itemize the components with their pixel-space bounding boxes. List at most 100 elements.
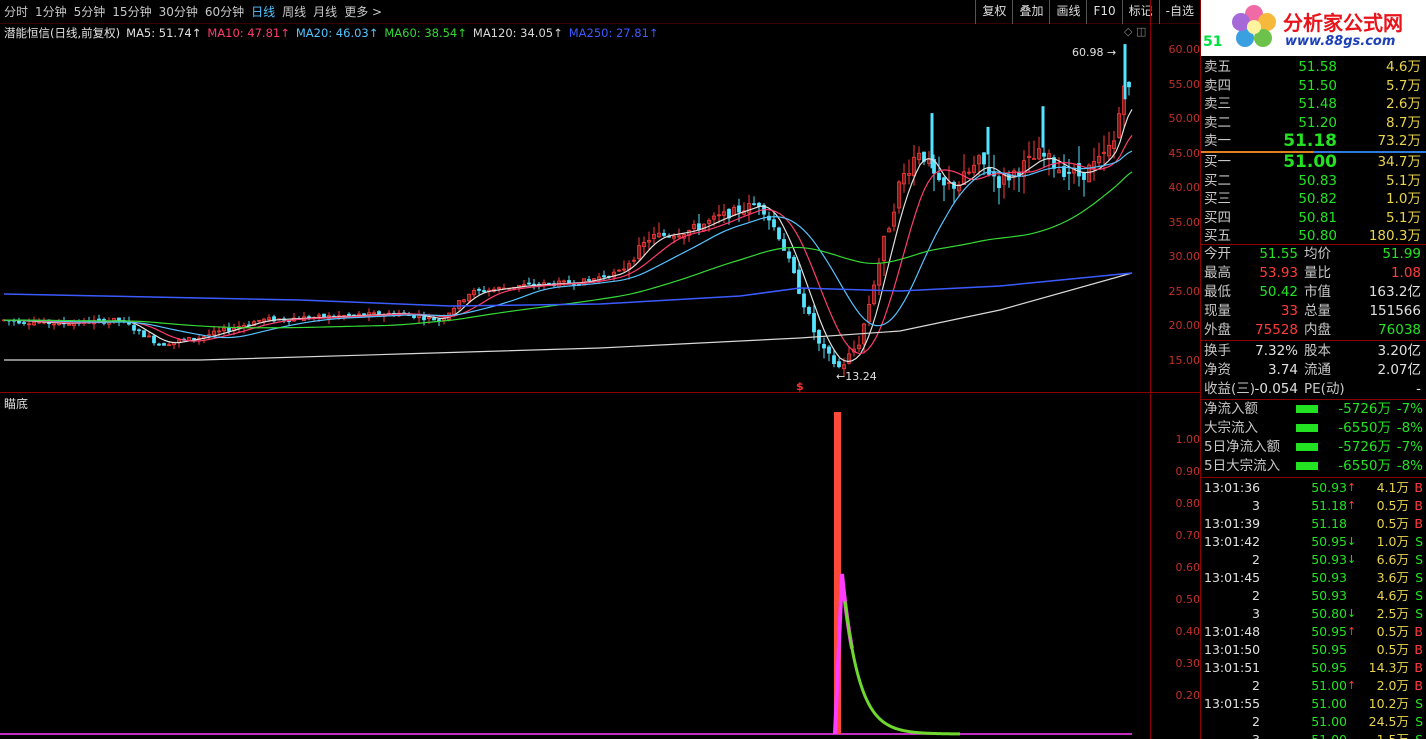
- bid-row[interactable]: 买二 50.83 5.1万: [1201, 172, 1426, 191]
- price-axis-label: 60.00: [1168, 43, 1201, 56]
- bid-row[interactable]: 买一 51.00 34.7万: [1201, 153, 1426, 172]
- logo-url[interactable]: www.88gs.com: [1285, 34, 1395, 49]
- bid-price: 51.00: [1283, 152, 1337, 172]
- tick-price: 51.18: [1311, 516, 1347, 531]
- tick-row: 3 51.18 ↑ 0.5万 B: [1201, 497, 1426, 515]
- divider: [1201, 340, 1426, 341]
- flow-percent: -8%: [1396, 420, 1423, 436]
- indicator-chart[interactable]: [0, 395, 1150, 739]
- ask-row[interactable]: 卖五 51.58 4.6万: [1201, 58, 1426, 77]
- tick-volume: 0.5万: [1376, 624, 1409, 639]
- stat-value: 50.42: [1259, 283, 1298, 300]
- tick-row: 13:01:45 50.93 3.6万 S: [1201, 569, 1426, 587]
- tick-volume: 0.5万: [1376, 498, 1409, 513]
- stat-label: PE(动): [1304, 380, 1345, 397]
- tick-time: 2: [1252, 678, 1260, 693]
- period-tab-4[interactable]: 30分钟: [159, 3, 198, 20]
- tick-time: 13:01:42: [1204, 534, 1261, 549]
- stat-label: 均价: [1304, 246, 1331, 262]
- tick-arrow-icon: ↑: [1347, 499, 1357, 512]
- flower-logo-icon: [1232, 5, 1276, 47]
- candlestick-chart[interactable]: 60.98 → ←13.24 $: [0, 42, 1150, 392]
- period-tab-2[interactable]: 5分钟: [74, 3, 106, 20]
- stat-label: 量比: [1304, 264, 1331, 281]
- tool-button-5[interactable]: -自选: [1158, 0, 1200, 24]
- period-tab-5[interactable]: 60分钟: [205, 3, 244, 20]
- bid-row[interactable]: 买五 50.80 180.3万: [1201, 227, 1426, 246]
- stat-row: 收益(三) -0.054 PE(动) -: [1201, 380, 1426, 399]
- top-toolbar: 分时 1分钟 5分钟 15分钟 30分钟 60分钟 日线 周线 月线 更多 > 复权 叠加 画线 F10…: [0, 0, 1200, 24]
- price-axis-label: 50.00: [1168, 112, 1201, 125]
- price-axis-label: 35.00: [1168, 215, 1201, 229]
- tool-button-3[interactable]: F10: [1086, 0, 1121, 24]
- ask-volume: 2.6万: [1386, 96, 1421, 112]
- period-tab-3[interactable]: 15分钟: [112, 3, 151, 20]
- tick-time: 3: [1252, 498, 1260, 513]
- ask-price: 51.58: [1298, 59, 1337, 75]
- stat-value: 7.32%: [1255, 343, 1298, 359]
- tick-time: 13:01:48: [1204, 624, 1261, 639]
- bid-price: 50.81: [1298, 209, 1337, 226]
- tick-arrow-icon: ↑: [1347, 625, 1357, 638]
- ma-legend-item: MA250: 27.81↑: [568, 26, 659, 40]
- tick-side: S: [1415, 696, 1423, 711]
- indicator-axis-label: 0.90: [1175, 465, 1201, 478]
- period-tab-1[interactable]: 1分钟: [35, 3, 67, 20]
- tick-arrow-icon: ↑: [1347, 481, 1357, 494]
- stat-label: 外盘: [1204, 321, 1231, 338]
- bid-row[interactable]: 买四 50.81 5.1万: [1201, 209, 1426, 228]
- tick-row: 13:01:36 50.93 ↑ 4.1万 B: [1201, 479, 1426, 497]
- flow-percent: -7%: [1396, 439, 1423, 455]
- tool-button-0[interactable]: 复权: [975, 0, 1012, 24]
- bid-row[interactable]: 买三 50.82 1.0万: [1201, 190, 1426, 209]
- ask-price: 51.50: [1298, 77, 1337, 94]
- fund-flow-row: 净流入额 -5726万 -7%: [1201, 400, 1426, 419]
- ask-row[interactable]: 卖三 51.48 2.6万: [1201, 95, 1426, 114]
- ask-label: 卖二: [1204, 114, 1231, 131]
- flow-amount: -6550万: [1338, 420, 1391, 436]
- ask-row[interactable]: 卖二 51.20 8.7万: [1201, 114, 1426, 133]
- flow-bar: [1296, 405, 1318, 413]
- period-tab-7[interactable]: 周线: [282, 3, 306, 20]
- quote-panel: 分析家公式网 www.88gs.com 51 卖五 51.58 4.6万 卖四 51.5…: [1201, 0, 1426, 739]
- tick-volume: 0.5万: [1376, 516, 1409, 531]
- tick-time: 13:01:50: [1204, 642, 1261, 657]
- ask-price: 51.20: [1298, 114, 1337, 131]
- period-tab-0[interactable]: 分时: [4, 3, 28, 20]
- ask-volume: 73.2万: [1377, 133, 1421, 149]
- window-buttons[interactable]: ◇ ◫: [1124, 25, 1146, 38]
- tick-volume: 24.5万: [1368, 714, 1409, 729]
- tick-volume: 1.5万: [1357, 731, 1409, 739]
- tool-button-2[interactable]: 画线: [1049, 0, 1086, 24]
- tick-row: 13:01:55 51.00 10.2万 S: [1201, 695, 1426, 713]
- ask-row[interactable]: 卖一 51.18 73.2万: [1201, 132, 1426, 151]
- tick-volume: 4.6万: [1376, 588, 1409, 603]
- stat-value: 151566: [1369, 302, 1421, 319]
- tool-button-4[interactable]: 标记: [1121, 0, 1159, 24]
- decay-curve: [843, 601, 961, 736]
- tool-button-1[interactable]: 叠加: [1012, 0, 1049, 24]
- price-axis-label: 15.00: [1168, 353, 1201, 367]
- period-tab-8[interactable]: 月线: [313, 3, 337, 20]
- ask-row[interactable]: 卖四 51.50 5.7万: [1201, 77, 1426, 96]
- fund-flow-row: 5日净流入额 -5726万 -7%: [1201, 438, 1426, 457]
- indicator-title: 瞄底: [4, 397, 29, 411]
- tick-price: 50.95: [1311, 642, 1347, 657]
- tick-side: B: [1414, 678, 1423, 693]
- period-tab-9[interactable]: 更多 >: [344, 3, 382, 20]
- ask-label: 卖四: [1204, 77, 1231, 94]
- tick-side: B: [1414, 624, 1423, 639]
- stat-row: 换手 7.32% 股本 3.20亿: [1201, 342, 1426, 361]
- stat-value: 1.08: [1390, 264, 1421, 281]
- fund-flow-row: 大宗流入 -6550万 -8%: [1201, 419, 1426, 438]
- period-tab-6[interactable]: 日线: [251, 3, 275, 20]
- fund-flow-row: 5日大宗流入 -6550万 -8%: [1201, 457, 1426, 476]
- stock-title: 潜能恒信(日线,前复权): [4, 26, 121, 40]
- flow-label: 5日大宗流入: [1204, 458, 1281, 474]
- ask-price: 51.18: [1283, 131, 1337, 151]
- divider: [1201, 477, 1426, 478]
- tick-side: S: [1415, 588, 1423, 603]
- bid-volume: 5.1万: [1386, 209, 1421, 226]
- ask-volume: 8.7万: [1386, 114, 1421, 131]
- tick-side: B: [1414, 498, 1423, 513]
